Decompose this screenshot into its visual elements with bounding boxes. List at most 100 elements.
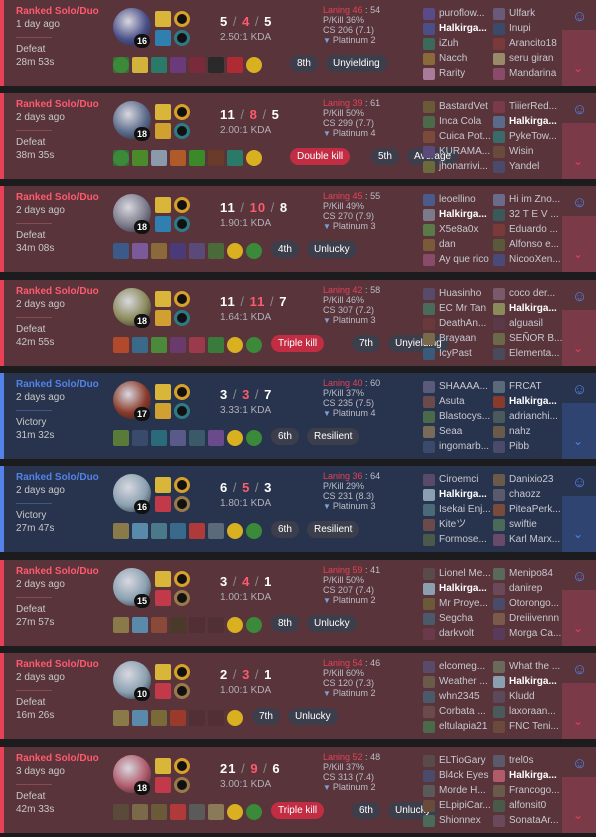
expand-toggle[interactable]: ☺ ⌄ bbox=[562, 466, 596, 552]
item-slot-icon[interactable] bbox=[208, 710, 224, 726]
player-name[interactable]: SHAAAA... bbox=[439, 381, 488, 392]
player-row[interactable]: Asuta bbox=[423, 394, 490, 409]
player-name[interactable]: iZuh bbox=[439, 38, 458, 49]
face-search-icon[interactable]: ☺ bbox=[572, 195, 587, 210]
player-row[interactable]: KURAMA... bbox=[423, 144, 491, 159]
item-slot-icon[interactable] bbox=[113, 243, 129, 259]
player-row[interactable]: Halkirga... bbox=[423, 207, 489, 222]
item-slot-icon[interactable] bbox=[151, 617, 167, 633]
match-card[interactable]: Ranked Solo/Duo 2 days ago Defeat 42m 55s 18… bbox=[0, 280, 596, 366]
player-name[interactable]: eltulapia21 bbox=[439, 721, 487, 732]
player-row[interactable]: Mandarina bbox=[493, 66, 557, 81]
summoner-spell-flash-icon[interactable] bbox=[155, 291, 171, 307]
player-name[interactable]: Halkirga... bbox=[439, 209, 487, 220]
player-row[interactable]: ingomarb... bbox=[423, 439, 490, 454]
item-slot-icon[interactable] bbox=[132, 430, 148, 446]
player-row[interactable]: Corbata ... bbox=[423, 704, 488, 719]
player-row[interactable]: Rarity bbox=[423, 66, 487, 81]
expand-toggle[interactable]: ☺ ⌄ bbox=[562, 93, 596, 179]
player-name[interactable]: Segcha bbox=[439, 613, 473, 624]
player-name[interactable]: puroflow... bbox=[439, 8, 485, 19]
item-slot-icon[interactable] bbox=[246, 617, 262, 633]
player-name[interactable]: X5e8a0x bbox=[439, 224, 478, 235]
item-slot-icon[interactable] bbox=[132, 243, 148, 259]
player-row[interactable]: alguasil bbox=[493, 316, 562, 331]
player-row[interactable]: Morga Ca... bbox=[493, 626, 561, 641]
item-slot-icon[interactable] bbox=[132, 617, 148, 633]
player-name[interactable]: ingomarb... bbox=[439, 441, 489, 452]
secondary-rune-icon[interactable] bbox=[174, 216, 190, 232]
item-slot-icon[interactable] bbox=[170, 617, 186, 633]
player-row[interactable]: ELTioGary bbox=[423, 753, 491, 768]
summoner-spell-icon[interactable] bbox=[155, 496, 171, 512]
face-search-icon[interactable]: ☺ bbox=[572, 289, 587, 304]
keystone-rune-icon[interactable] bbox=[174, 11, 190, 27]
face-search-icon[interactable]: ☺ bbox=[572, 662, 587, 677]
player-row[interactable]: FNC Teni... bbox=[493, 719, 560, 734]
player-name[interactable]: Halkirga... bbox=[439, 23, 487, 34]
player-row[interactable]: seru giran bbox=[493, 51, 557, 66]
item-slot-icon[interactable] bbox=[189, 617, 205, 633]
player-row[interactable]: Otorongo... bbox=[493, 596, 561, 611]
player-row[interactable]: SonataAr... bbox=[493, 813, 560, 828]
match-card[interactable]: Ranked Solo/Duo 2 days ago Defeat 38m 35s 18… bbox=[0, 93, 596, 179]
player-row[interactable]: Halkirga... bbox=[423, 581, 491, 596]
secondary-rune-icon[interactable] bbox=[174, 777, 190, 793]
player-name[interactable]: Nacch bbox=[439, 53, 467, 64]
summoner-spell-flash-icon[interactable] bbox=[155, 664, 171, 680]
item-slot-icon[interactable] bbox=[189, 523, 205, 539]
player-name[interactable]: Karl Marx... bbox=[509, 534, 560, 545]
item-slot-icon[interactable] bbox=[132, 57, 148, 73]
player-name[interactable]: Blastocys... bbox=[439, 411, 490, 422]
item-slot-icon[interactable] bbox=[246, 430, 262, 446]
player-name[interactable]: seru giran bbox=[509, 53, 553, 64]
player-name[interactable]: Dreiiivennn bbox=[509, 613, 559, 624]
player-row[interactable]: coco der... bbox=[493, 286, 562, 301]
player-row[interactable]: eltulapia21 bbox=[423, 719, 488, 734]
item-slot-icon[interactable] bbox=[189, 57, 205, 73]
player-row[interactable]: Ciroemci bbox=[423, 472, 491, 487]
player-row[interactable]: Halkirga... bbox=[493, 301, 562, 316]
item-slot-icon[interactable] bbox=[189, 804, 205, 820]
player-name[interactable]: whn2345 bbox=[439, 691, 480, 702]
item-slot-icon[interactable] bbox=[113, 617, 129, 633]
item-slot-icon[interactable] bbox=[132, 710, 148, 726]
player-name[interactable]: Huasinho bbox=[439, 288, 481, 299]
player-name[interactable]: Alfonso e... bbox=[509, 239, 559, 250]
chevron-down-icon[interactable]: ⌄ bbox=[573, 342, 583, 354]
match-card[interactable]: Ranked Solo/Duo 2 days ago Defeat 34m 08s 18… bbox=[0, 186, 596, 272]
chevron-down-icon[interactable]: ⌄ bbox=[573, 248, 583, 260]
keystone-rune-icon[interactable] bbox=[174, 104, 190, 120]
player-name[interactable]: FNC Teni... bbox=[509, 721, 559, 732]
item-slot-icon[interactable] bbox=[132, 150, 148, 166]
player-row[interactable]: Brayaan bbox=[423, 331, 486, 346]
player-row[interactable]: EC Mr Tan bbox=[423, 301, 486, 316]
player-name[interactable]: EC Mr Tan bbox=[439, 303, 486, 314]
item-slot-icon[interactable] bbox=[151, 804, 167, 820]
player-row[interactable]: Halkirga... bbox=[493, 768, 560, 783]
item-slot-icon[interactable] bbox=[151, 337, 167, 353]
match-card[interactable]: Ranked Solo/Duo 2 days ago Defeat 16m 26s 10… bbox=[0, 653, 596, 739]
item-slot-icon[interactable] bbox=[170, 150, 186, 166]
player-row[interactable]: Karl Marx... bbox=[493, 532, 561, 547]
player-name[interactable]: NicooXen... bbox=[509, 254, 561, 265]
player-row[interactable]: Halkirga... bbox=[423, 487, 491, 502]
player-row[interactable]: PykeTow... bbox=[493, 129, 557, 144]
player-row[interactable]: Halkirga... bbox=[423, 21, 487, 36]
player-name[interactable]: Mandarina bbox=[509, 68, 556, 79]
player-row[interactable]: Halkirga... bbox=[493, 674, 560, 689]
item-slot-icon[interactable] bbox=[151, 57, 167, 73]
player-name[interactable]: Halkirga... bbox=[509, 116, 557, 127]
player-row[interactable]: Shionnex bbox=[423, 813, 491, 828]
item-slot-icon[interactable] bbox=[227, 150, 243, 166]
player-name[interactable]: IcyPast bbox=[439, 348, 472, 359]
player-name[interactable]: Weather ... bbox=[439, 676, 488, 687]
player-row[interactable]: Seaa bbox=[423, 424, 490, 439]
secondary-rune-icon[interactable] bbox=[174, 403, 190, 419]
item-slot-icon[interactable] bbox=[227, 523, 243, 539]
player-name[interactable]: SEÑOR B... bbox=[509, 333, 562, 344]
player-row[interactable]: whn2345 bbox=[423, 689, 488, 704]
item-slot-icon[interactable] bbox=[113, 804, 129, 820]
player-row[interactable]: leoellino bbox=[423, 192, 489, 207]
item-slot-icon[interactable] bbox=[170, 430, 186, 446]
